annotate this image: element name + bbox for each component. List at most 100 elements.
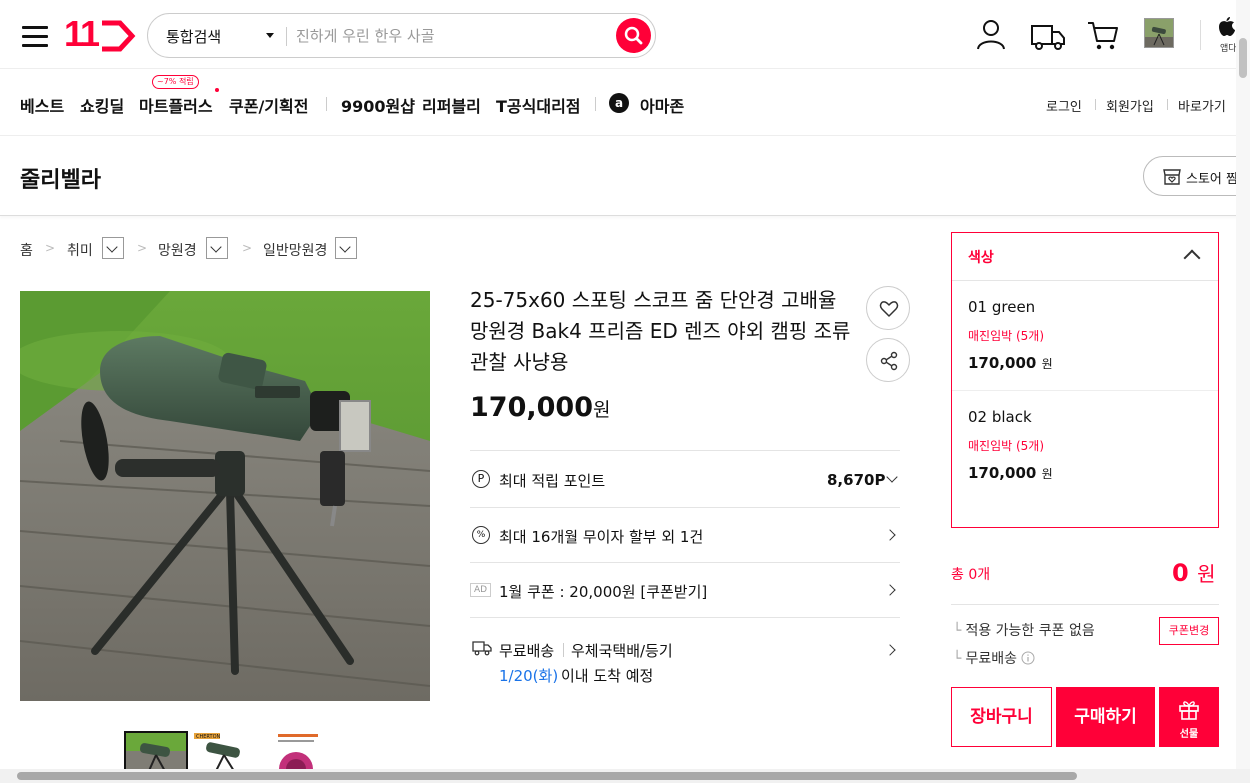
wishlist-button[interactable] (866, 286, 910, 330)
shortcut-link[interactable]: 바로가기 (1178, 96, 1226, 115)
option-item[interactable]: 02 black 매진임박 (5개) 170,000 원 (952, 391, 1218, 501)
nav-mart-plus[interactable]: 마트플러스 (139, 93, 213, 117)
store-favorite-label: 스토어 찜 (1186, 172, 1238, 187)
search-icon (624, 26, 643, 45)
coupon-status: 적용 가능한 쿠폰 없음 (965, 623, 1095, 639)
total-count: 총 0개 (951, 567, 991, 583)
shipping-label: 무료배송 (499, 642, 555, 660)
amazon-icon[interactable]: a (609, 93, 629, 113)
breadcrumb-hobby[interactable]: 취미 (67, 240, 93, 260)
breadcrumb-arrow-icon: > (137, 241, 148, 255)
cart-icon[interactable] (1085, 17, 1121, 53)
price-value: 170,000 (470, 392, 593, 423)
thumbnail-1[interactable] (124, 731, 188, 771)
nav-best[interactable]: 베스트 (20, 93, 64, 117)
user-icon[interactable] (973, 16, 1009, 52)
nav-shocking-deal[interactable]: 쇼킹딜 (80, 93, 124, 117)
nav-divider (595, 97, 596, 111)
nav-amazon[interactable]: 아마존 (640, 93, 684, 117)
change-coupon-button[interactable]: 쿠폰변경 (1159, 617, 1219, 645)
coupon-status-line: └ 적용 가능한 쿠폰 없음 (953, 620, 1095, 640)
search-button[interactable] (616, 18, 651, 53)
delivery-truck-icon[interactable] (1030, 18, 1066, 54)
signup-link[interactable]: 회원가입 (1106, 96, 1154, 115)
option-price-value: 170,000 (968, 464, 1037, 482)
store-name[interactable]: 줄리벨라 (20, 162, 101, 194)
option-item[interactable]: 01 green 매진임박 (5개) 170,000 원 (952, 281, 1218, 391)
thumbnail-2[interactable]: CHERTON (192, 731, 256, 771)
option-price: 170,000 원 (968, 464, 1053, 482)
gift-button[interactable]: 선물 (1159, 687, 1219, 747)
point-icon: P (472, 470, 490, 488)
points-row[interactable]: P 최대 적립 포인트 8,670P (470, 450, 900, 507)
mart-plus-badge: ~7% 적립 (152, 75, 199, 89)
logo-mark (102, 20, 136, 52)
bullet-icon: └ (953, 623, 962, 639)
product-price: 170,000원 (470, 392, 610, 423)
logo-text: 11 (64, 13, 100, 54)
breadcrumb-dropdown-hobby[interactable] (102, 237, 124, 259)
shipping-summary: 무료배송 (965, 651, 1017, 667)
info-icon[interactable] (1021, 651, 1035, 665)
gift-label: 선물 (1179, 729, 1199, 740)
add-to-cart-button[interactable]: 장바구니 (951, 687, 1052, 747)
nav-refurb[interactable]: 리퍼블리 (422, 93, 481, 117)
category-nav: 베스트 쇼킹딜 마트플러스 ~7% 적립 쿠폰/기획전 9900원샵 리퍼블리 … (0, 68, 1250, 136)
nav-divider (326, 97, 327, 111)
horizontal-scrollbar-thumb[interactable] (17, 772, 1077, 780)
coupon-row[interactable]: AD 1월 쿠폰 : 20,000원 [쿠폰받기] (470, 562, 900, 617)
breadcrumb-dropdown-telescope[interactable] (206, 237, 228, 259)
site-logo[interactable]: 11 (64, 14, 136, 58)
shipping-divider (563, 643, 564, 657)
option-select-header[interactable]: 색상 (952, 233, 1218, 281)
new-dot (215, 88, 219, 92)
login-link[interactable]: 로그인 (1046, 96, 1082, 115)
heart-icon (879, 301, 899, 317)
vertical-scrollbar[interactable] (1236, 0, 1250, 769)
store-favorite-button[interactable]: 스토어 찜 (1143, 156, 1250, 196)
nav-9900-shop[interactable]: 9900원샵 (341, 93, 415, 117)
thumbnail-3[interactable] (258, 731, 322, 771)
vertical-scrollbar-thumb[interactable] (1239, 38, 1247, 78)
nav-t-official[interactable]: T공식대리점 (496, 93, 581, 117)
breadcrumb-telescope[interactable]: 망원경 (158, 240, 197, 260)
installment-row[interactable]: % 최대 16개월 무이자 할부 외 1건 (470, 507, 900, 562)
product-main-image[interactable] (20, 291, 430, 701)
breadcrumb-home[interactable]: 홈 (20, 240, 33, 260)
points-label: 최대 적립 포인트 (499, 472, 606, 490)
caret-down-icon[interactable] (266, 33, 274, 38)
store-bar: 줄리벨라 스토어 찜 (0, 136, 1250, 216)
coupon-text: 1월 쿠폰 : 20,000원 [쿠폰받기] (499, 583, 708, 601)
search-bar: 통합검색 (147, 13, 656, 58)
points-value: 8,670P (827, 471, 886, 489)
search-type-select[interactable]: 통합검색 (166, 26, 221, 47)
breadcrumb-general-telescope[interactable]: 일반망원경 (263, 240, 327, 260)
apple-icon[interactable] (1218, 15, 1236, 37)
option-price-value: 170,000 (968, 354, 1037, 372)
thumbnail-image (258, 731, 322, 771)
recent-product-thumbnail[interactable] (1144, 18, 1174, 48)
option-label: 색상 (968, 250, 994, 266)
chevron-down-icon (886, 471, 898, 483)
price-currency: 원 (592, 399, 611, 421)
shipping-row[interactable]: 무료배송 우체국택배/등기 1/20(화) 이내 도착 예정 (470, 617, 900, 692)
breadcrumb-dropdown-general[interactable] (335, 237, 357, 259)
installment-text: 최대 16개월 무이자 할부 외 1건 (499, 528, 704, 546)
total-price: 0 원 (1172, 558, 1215, 587)
search-input[interactable] (296, 23, 596, 49)
total-price-currency: 원 (1197, 562, 1216, 586)
menu-icon[interactable] (22, 26, 48, 47)
chevron-right-icon (884, 644, 896, 656)
option-price-currency: 원 (1041, 467, 1053, 481)
option-name: 02 black (968, 408, 1032, 426)
nav-coupon-event[interactable]: 쿠폰/기획전 (229, 93, 308, 117)
share-button[interactable] (866, 338, 910, 382)
option-stock: 매진임박 (5개) (968, 439, 1045, 453)
header-divider (1200, 20, 1201, 50)
shipping-summary-line: └ 무료배송 (953, 648, 1035, 668)
chevron-up-icon[interactable] (1183, 249, 1201, 267)
buy-now-button[interactable]: 구매하기 (1056, 687, 1155, 747)
shipping-method: 우체국택배/등기 (571, 642, 673, 660)
app-download-label[interactable]: 앱다 (1220, 41, 1237, 54)
telescope-thumb-image (1145, 19, 1173, 47)
